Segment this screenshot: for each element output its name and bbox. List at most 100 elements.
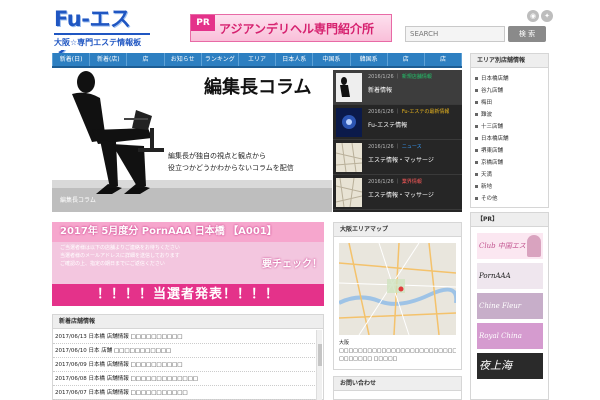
area-map-panel: 大阪エリアマップ 大阪 □□□□□□□□□□□□□□□□□□□□□□□□□ □□□… bbox=[333, 222, 462, 370]
ad-banner[interactable]: PornAAA bbox=[477, 263, 543, 289]
nav-item[interactable]: 店 bbox=[388, 53, 425, 66]
hero-description-line: 編集長が独自の視点と観点から bbox=[168, 152, 266, 160]
sidebar-pr-ads: 【PR】 Club 中国エステ PornAAA Chine Fleur Roya… bbox=[470, 212, 549, 400]
news-thumbnail bbox=[336, 143, 362, 172]
list-item[interactable]: 2017/06/08 日本橋 店舗情報 □□□□□□□□□□□□□ bbox=[53, 373, 315, 386]
ad-banner[interactable]: Club 中国エステ bbox=[477, 233, 543, 259]
sidebar-item-label: その他 bbox=[481, 196, 498, 202]
nav-item[interactable]: 店 bbox=[127, 53, 165, 66]
panel-title: エリア別店舗情報 bbox=[477, 57, 526, 64]
bullet-icon bbox=[475, 125, 478, 128]
sidebar-item[interactable]: 日本橋店舗 bbox=[475, 134, 545, 145]
news-title: Fu-エステ情報 bbox=[368, 122, 408, 129]
news-title: エステ情報・マッサージ bbox=[368, 192, 434, 199]
panel-title: 大阪エリアマップ bbox=[340, 226, 389, 233]
rss-icon[interactable]: ◉ bbox=[527, 10, 539, 22]
panel-title: 新着店舗情報 bbox=[59, 318, 96, 325]
twitter-icon[interactable]: ✦ bbox=[541, 10, 553, 22]
sidebar-item-label: 梅田 bbox=[481, 100, 493, 106]
news-meta: 2016/1/26 ｜ 業界情報 bbox=[368, 179, 422, 185]
ad-banner-text: PornAAA bbox=[479, 272, 511, 280]
nav-item[interactable]: エリア bbox=[239, 53, 277, 66]
nav-item[interactable]: 新着(店) bbox=[90, 53, 128, 66]
news-slider-list: 2016/1/26 ｜ 新規店舗情報 新着情報 2016/1/26 ｜ Fu-エ… bbox=[333, 70, 462, 212]
logo-title: Fu-エステ bbox=[54, 6, 150, 57]
ad-banner[interactable]: Royal China bbox=[477, 323, 543, 349]
bullet-icon bbox=[475, 197, 478, 200]
map-image[interactable] bbox=[339, 243, 456, 335]
contact-panel: お問い合わせ bbox=[333, 376, 462, 400]
sidebar-item[interactable]: 日本橋店舗 bbox=[475, 74, 545, 85]
sidebar-item-label: 堺東店舗 bbox=[481, 148, 504, 154]
campaign-winner-text: ！！！！当選者発表！！！！ bbox=[96, 287, 279, 302]
sidebar-area-list: エリア別店舗情報 日本橋店舗 谷九店舗 梅田 難波 十三店舗 日本橋店舗 堺東店… bbox=[470, 53, 549, 208]
news-item[interactable]: 2016/1/26 ｜ ニュース エステ情報・マッサージ bbox=[333, 140, 462, 175]
map-description: 大阪 □□□□□□□□□□□□□□□□□□□□□□□□□ □□□□□□□ □□□□□… bbox=[339, 340, 456, 362]
nav-item[interactable]: 中国系 bbox=[313, 53, 351, 66]
news-item[interactable]: 2016/1/26 ｜ Fu-エステの最新情報 Fu-エステ情報 bbox=[333, 105, 462, 140]
ad-banner[interactable]: Chine Fleur bbox=[477, 293, 543, 319]
sidebar-item[interactable]: 梅田 bbox=[475, 98, 545, 109]
scrollbar-thumb[interactable] bbox=[318, 344, 322, 366]
campaign-banner[interactable]: 2017年 5月度分 PornAAA 日本橋 【A001】 ご当選者様は以下の店… bbox=[52, 222, 324, 306]
bullet-icon bbox=[475, 101, 478, 104]
panel-title: お問い合わせ bbox=[340, 380, 377, 387]
bullet-icon bbox=[475, 173, 478, 176]
bullet-icon bbox=[475, 89, 478, 92]
nav-item[interactable]: 日本人系 bbox=[276, 53, 314, 66]
sidebar-item[interactable]: 谷九店舗 bbox=[475, 86, 545, 97]
sidebar-item-label: 日本橋店舗 bbox=[481, 76, 509, 82]
new-posts-panel: 新着店舗情報 2017/06/13 日本橋 店舗情報 □□□□□□□□□□ 20… bbox=[52, 314, 324, 400]
sidebar-item-label: 日本橋店舗 bbox=[481, 136, 509, 142]
hero-slider[interactable]: 編集長コラム 編集長が独自の視点と観点から 役立つかどうかわからないコラムを配信… bbox=[52, 70, 332, 212]
bullet-icon bbox=[475, 77, 478, 80]
search-input[interactable] bbox=[405, 26, 505, 42]
news-item[interactable]: 2016/1/26 ｜ 業界情報 エステ情報・マッサージ bbox=[333, 175, 462, 210]
bullet-icon bbox=[475, 185, 478, 188]
sidebar-item-label: 新地 bbox=[481, 184, 493, 190]
pr-tag: PR bbox=[191, 15, 215, 31]
panel-title: 【PR】 bbox=[477, 216, 499, 223]
news-thumbnail bbox=[336, 108, 362, 137]
nav-item[interactable]: 韓国系 bbox=[351, 53, 388, 66]
news-meta: 2016/1/26 ｜ 新規店舗情報 bbox=[368, 74, 432, 80]
bullet-icon bbox=[475, 161, 478, 164]
bullet-icon bbox=[475, 113, 478, 116]
logo-divider bbox=[54, 33, 150, 35]
ad-model-image bbox=[527, 235, 541, 257]
sidebar-item[interactable]: 天満 bbox=[475, 170, 545, 181]
hero-title: 編集長コラム bbox=[204, 77, 312, 98]
campaign-heading: 2017年 5月度分 PornAAA 日本橋 【A001】 bbox=[60, 226, 277, 237]
campaign-body: ご当選者様は以下の店舗よりご連絡をお待ちください 当選者様のメールアドレスに詳細… bbox=[60, 244, 220, 282]
ad-banner-text: Club 中国エステ bbox=[479, 242, 533, 250]
list-item[interactable]: 2017/06/09 日本橋 店舗情報 □□□□□□□□□□ bbox=[53, 359, 315, 372]
sidebar-item[interactable]: 新地 bbox=[475, 182, 545, 193]
pr-banner[interactable]: PR アジアンデリヘル専門紹介所 bbox=[190, 14, 392, 42]
list-item[interactable]: 2017/06/10 日本 店舗 □□□□□□□□□□□ bbox=[53, 345, 315, 358]
nav-item[interactable]: お知らせ bbox=[165, 53, 202, 66]
news-title: エステ情報・マッサージ bbox=[368, 157, 434, 164]
list-item[interactable]: 2017/06/07 日本橋 店舗情報 □□□□□□□□□□□ bbox=[53, 387, 315, 400]
campaign-body-line: 当選者様のメールアドレスに詳細を送信しております bbox=[60, 253, 180, 259]
sidebar-item[interactable]: 京橋店舗 bbox=[475, 158, 545, 169]
bullet-icon bbox=[475, 149, 478, 152]
news-thumbnail bbox=[336, 178, 362, 207]
list-item[interactable]: 2017/06/13 日本橋 店舗情報 □□□□□□□□□□ bbox=[53, 331, 315, 344]
ad-banner[interactable]: 夜上海 bbox=[477, 353, 543, 379]
sidebar-item[interactable]: 十三店舗 bbox=[475, 122, 545, 133]
logo-subtitle: 大阪☆専門エステ情報板 bbox=[54, 36, 150, 50]
sidebar-item[interactable]: その他 bbox=[475, 194, 545, 205]
campaign-body-line: ご当選者様は以下の店舗よりご連絡をお待ちください bbox=[60, 245, 180, 251]
nav-item[interactable]: 新着(日) bbox=[52, 53, 91, 66]
nav-item[interactable]: 店 bbox=[425, 53, 463, 66]
nav-item[interactable]: ランキング bbox=[202, 53, 239, 66]
sidebar-item[interactable]: 堺東店舗 bbox=[475, 146, 545, 157]
news-title: 新着情報 bbox=[368, 87, 393, 94]
page: Fu-エステ 大阪☆専門エステ情報板 PR アジアンデリヘル専門紹介所 ◉ ✦ … bbox=[0, 0, 600, 400]
site-logo[interactable]: Fu-エステ 大阪☆専門エステ情報板 bbox=[54, 6, 150, 57]
sidebar-item-label: 難波 bbox=[481, 112, 493, 118]
search-button[interactable]: 検 索 bbox=[508, 26, 546, 42]
news-item[interactable]: 2016/1/26 ｜ 新規店舗情報 新着情報 bbox=[333, 70, 462, 105]
scrollbar[interactable] bbox=[316, 330, 322, 400]
sidebar-item[interactable]: 難波 bbox=[475, 110, 545, 121]
